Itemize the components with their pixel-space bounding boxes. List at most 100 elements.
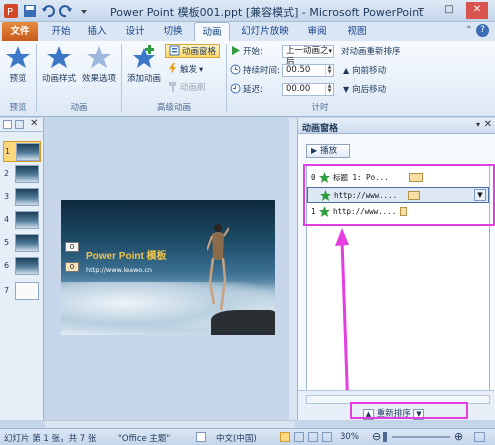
animation-painter-label: 动画刷 (180, 83, 206, 93)
outline-tab-icon[interactable] (15, 120, 24, 129)
ribbon-collapse-icon[interactable]: ⌃ (465, 25, 473, 36)
undo-icon[interactable] (40, 3, 56, 19)
delay-input[interactable]: 00.00 ▲ ▼ (282, 83, 334, 96)
spinner-icon[interactable]: ▲ ▼ (325, 65, 333, 76)
group-label-animation: 动画 (70, 103, 88, 113)
animation-pane-title: 动画窗格 (302, 124, 339, 134)
minimize-button[interactable]: ─ (410, 2, 432, 19)
theme-name: "Office 主题" (118, 434, 171, 444)
tab-view[interactable]: 视图 (340, 22, 374, 41)
slide-url[interactable]: http://www.leawo.cn (86, 266, 152, 274)
slide-thumbnail[interactable]: 2 (3, 164, 41, 185)
slide-number: 1 (5, 147, 11, 156)
slide-number: 5 (4, 238, 10, 247)
dancer-image (207, 224, 229, 311)
powerpoint-logo-icon[interactable]: P (3, 3, 19, 19)
help-icon[interactable]: ? (476, 24, 489, 37)
animation-pane-button[interactable]: 动画窗格 (165, 44, 221, 58)
slide-thumbnail[interactable]: 4 (3, 210, 41, 231)
pane-options-icon[interactable]: ▾ (476, 120, 480, 129)
animation-tag[interactable]: 0 (65, 242, 79, 252)
title-bar: P Power Point 模板001.ppt [兼容模式] - Microso… (0, 0, 495, 22)
start-select[interactable]: 上一动画之后 ▾ (282, 45, 334, 67)
slides-tab-icon[interactable] (3, 120, 12, 129)
zoom-out-icon[interactable]: ⊖ (372, 430, 381, 443)
window-title: Power Point 模板001.ppt [兼容模式] - Microsoft… (110, 6, 424, 19)
svg-text:P: P (7, 7, 13, 18)
slide-thumbnail[interactable]: 5 (3, 233, 41, 254)
slide-canvas[interactable]: 0 0 Power Point 模板 http://www.leawo.cn (45, 118, 295, 420)
spellcheck-icon[interactable] (196, 432, 206, 442)
animation-pane-label: 动画窗格 (182, 47, 217, 57)
zoom-level[interactable]: 30% (340, 432, 359, 442)
customize-toolbar-icon[interactable] (76, 3, 92, 19)
zoom-slider-handle[interactable] (383, 432, 387, 442)
slide-number: 4 (4, 215, 10, 224)
arrow-up-icon: ▲ (343, 66, 350, 75)
group-label-preview: 预览 (9, 103, 27, 113)
slide[interactable]: 0 0 Power Point 模板 http://www.leawo.cn (61, 200, 275, 335)
slides-pane: ✕ 1 2 3 4 5 6 7 (0, 118, 44, 420)
play-button[interactable]: ▶ 播放 (306, 144, 350, 158)
thumbnail-image (15, 257, 39, 275)
play-triangle-icon (230, 45, 241, 56)
maximize-button[interactable]: □ (438, 2, 460, 19)
duration-label: 持续时间: (230, 64, 280, 78)
move-earlier-button[interactable]: ▲ 向前移动 (343, 64, 386, 78)
start-label-text: 开始: (243, 47, 263, 57)
tab-home[interactable]: 开始 (44, 22, 78, 41)
lightning-icon (167, 63, 178, 74)
tab-slideshow[interactable]: 幻灯片放映 (236, 22, 294, 41)
preview-label: 预览 (9, 74, 27, 84)
add-animation-button[interactable]: 添加动画 (124, 44, 164, 84)
effect-options-button[interactable]: 效果选项 (80, 44, 118, 84)
trigger-button[interactable]: 触发 ▾ (167, 63, 203, 77)
tab-file[interactable]: 文件 (2, 22, 38, 41)
ribbon: 预览 预览 动画样式 效果选项 动画 添加动画 动画窗格 触发 ▾ 动画刷 高级动… (0, 41, 495, 117)
fit-to-window-icon[interactable] (474, 432, 485, 442)
play-icon: ▶ (311, 146, 318, 155)
slide-thumbnail[interactable]: 3 (3, 187, 41, 208)
slide-thumbnail[interactable]: 1 (3, 141, 41, 162)
thumbnail-image (15, 211, 39, 229)
animation-pane-header: 动画窗格 ▾ ✕ (298, 118, 495, 134)
thumbnail-image (16, 143, 40, 161)
close-icon[interactable]: ✕ (30, 118, 38, 129)
normal-view-icon[interactable] (280, 432, 290, 442)
tab-transitions[interactable]: 切换 (156, 22, 190, 41)
slide-thumbnail[interactable]: 7 (3, 281, 41, 302)
save-icon[interactable] (22, 3, 38, 19)
zoom-slider[interactable] (392, 436, 450, 438)
arrow-down-icon: ▼ (343, 85, 350, 94)
animation-painter-button[interactable]: 动画刷 (167, 81, 206, 95)
delay-clock-icon (230, 83, 241, 94)
slide-sorter-icon[interactable] (294, 432, 304, 442)
tab-review[interactable]: 审阅 (300, 22, 334, 41)
tab-design[interactable]: 设计 (118, 22, 152, 41)
redo-icon[interactable] (58, 3, 74, 19)
reading-view-icon[interactable] (308, 432, 318, 442)
zoom-in-icon[interactable]: ⊕ (454, 430, 463, 443)
move-earlier-label: 向前移动 (352, 66, 387, 76)
slide-title[interactable]: Power Point 模板 (86, 247, 167, 262)
thumbnail-image (15, 165, 39, 183)
effect-star-icon (86, 44, 112, 70)
slide-thumbnail[interactable]: 6 (3, 256, 41, 277)
close-icon[interactable]: ✕ (484, 119, 492, 130)
group-divider (121, 44, 122, 112)
vertical-scrollbar[interactable] (289, 118, 297, 420)
tab-insert[interactable]: 插入 (80, 22, 114, 41)
preview-button[interactable]: 预览 (4, 44, 32, 84)
duration-input[interactable]: 00.50 ▲ ▼ (282, 64, 334, 77)
chevron-down-icon: ▾ (328, 47, 332, 55)
duration-value: 00.50 (286, 65, 311, 75)
move-later-button[interactable]: ▼ 向后移动 (343, 83, 386, 97)
animation-styles-button[interactable]: 动画样式 (40, 44, 78, 84)
language: 中文(中国) (216, 434, 257, 444)
animation-tag[interactable]: 0 (65, 262, 79, 272)
close-button[interactable]: ✕ (466, 2, 488, 19)
highlight-box (303, 164, 495, 226)
slideshow-icon[interactable] (322, 432, 332, 442)
spinner-icon[interactable]: ▲ ▼ (325, 84, 333, 95)
tab-animations[interactable]: 动画 (194, 22, 230, 41)
